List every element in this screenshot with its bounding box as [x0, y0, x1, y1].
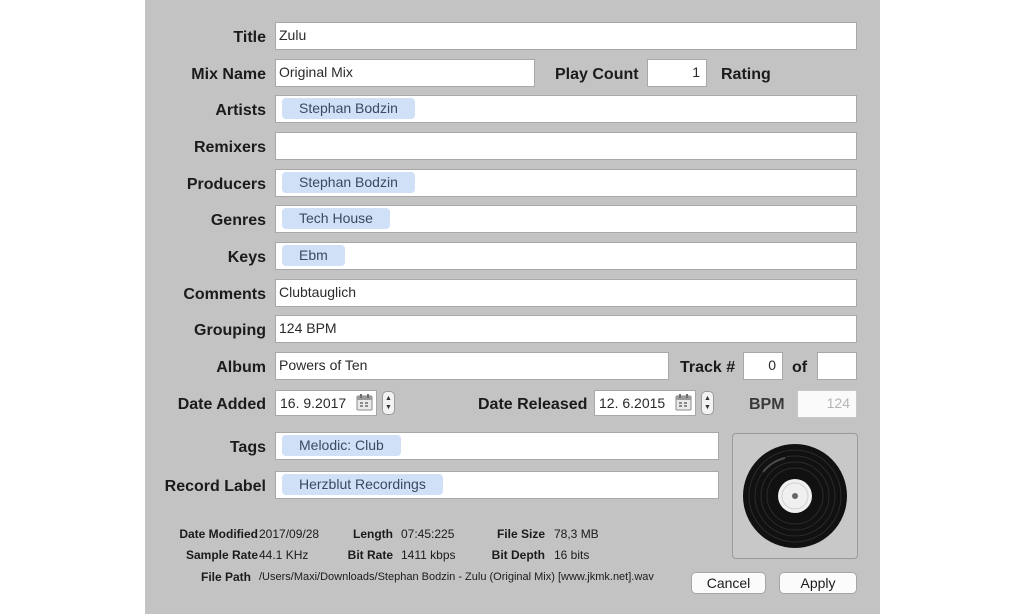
- comments-label: Comments: [183, 286, 266, 303]
- remixers-field[interactable]: [275, 132, 857, 160]
- file-size-label: File Size: [496, 527, 545, 541]
- track-of-label: of: [792, 359, 808, 376]
- remixers-label: Remixers: [193, 139, 266, 156]
- keys-field[interactable]: Ebm: [275, 242, 857, 270]
- apply-button[interactable]: Apply: [779, 572, 857, 594]
- track-number-label: Track #: [680, 359, 736, 376]
- date-released-value: 12. 6.2015: [599, 395, 666, 411]
- bit-depth-label: Bit Depth: [491, 548, 545, 562]
- mix-name-field[interactable]: Original Mix: [275, 59, 535, 87]
- title-label: Title: [233, 29, 266, 46]
- file-path-label: File Path: [200, 570, 251, 584]
- stepper-down-icon[interactable]: ▼: [704, 404, 711, 412]
- date-added-value: 16. 9.2017: [280, 395, 347, 411]
- tags-label: Tags: [229, 439, 266, 456]
- play-count-label: Play Count: [555, 66, 639, 83]
- length-value: 07:45:225: [401, 527, 455, 541]
- date-released-stepper[interactable]: ▲ ▼: [701, 391, 714, 415]
- bit-depth-value: 16 bits: [554, 548, 590, 562]
- artists-label: Artists: [215, 102, 266, 119]
- tag-token[interactable]: Melodic: Club: [282, 435, 401, 456]
- track-total-field[interactable]: [817, 352, 857, 380]
- track-info-dialog: Title Zulu Mix Name Original Mix Play Co…: [145, 0, 880, 614]
- bpm-field: 124: [797, 390, 857, 418]
- album-label: Album: [216, 359, 266, 376]
- artist-token[interactable]: Stephan Bodzin: [282, 98, 415, 119]
- calendar-icon[interactable]: [356, 394, 373, 411]
- producer-token[interactable]: Stephan Bodzin: [282, 172, 415, 193]
- tags-field[interactable]: Melodic: Club: [275, 432, 719, 460]
- date-released-field[interactable]: 12. 6.2015: [594, 390, 696, 416]
- title-field[interactable]: Zulu: [275, 22, 857, 50]
- track-number-field[interactable]: 0: [743, 352, 783, 380]
- artwork-well[interactable]: [732, 433, 858, 559]
- date-added-field[interactable]: 16. 9.2017: [275, 390, 377, 416]
- record-label-label: Record Label: [164, 478, 266, 495]
- genres-label: Genres: [210, 212, 266, 229]
- genres-field[interactable]: Tech House: [275, 205, 857, 233]
- date-added-label: Date Added: [177, 396, 266, 413]
- grouping-label: Grouping: [194, 322, 266, 339]
- date-released-label: Date Released: [478, 396, 588, 413]
- producers-field[interactable]: Stephan Bodzin: [275, 169, 857, 197]
- producers-label: Producers: [186, 176, 266, 193]
- calendar-icon[interactable]: [675, 394, 692, 411]
- rating-label: Rating: [721, 66, 771, 83]
- stepper-down-icon[interactable]: ▼: [385, 404, 392, 412]
- date-modified-value: 2017/09/28: [259, 527, 320, 541]
- sample-rate-label: Sample Rate: [185, 548, 258, 562]
- date-added-stepper[interactable]: ▲ ▼: [382, 391, 395, 415]
- vinyl-record-icon: [743, 444, 847, 548]
- artists-field[interactable]: Stephan Bodzin: [275, 95, 857, 123]
- file-path-value: /Users/Maxi/Downloads/Stephan Bodzin - Z…: [259, 571, 654, 583]
- file-size-value: 78,3 MB: [554, 527, 599, 541]
- key-token[interactable]: Ebm: [282, 245, 345, 266]
- keys-label: Keys: [227, 249, 266, 266]
- record-label-token[interactable]: Herzblut Recordings: [282, 474, 443, 495]
- grouping-field[interactable]: 124 BPM: [275, 315, 857, 343]
- sample-rate-value: 44.1 KHz: [259, 548, 309, 562]
- stepper-up-icon[interactable]: ▲: [704, 395, 711, 403]
- comments-field[interactable]: Clubtauglich: [275, 279, 857, 307]
- bit-rate-value: 1411 kbps: [401, 548, 456, 562]
- record-label-field[interactable]: Herzblut Recordings: [275, 471, 719, 499]
- mix-name-label: Mix Name: [191, 66, 266, 83]
- album-field[interactable]: Powers of Ten: [275, 352, 669, 380]
- bit-rate-label: Bit Rate: [347, 548, 393, 562]
- date-modified-label: Date Modified: [179, 527, 258, 541]
- play-count-field[interactable]: 1: [647, 59, 707, 87]
- cancel-button[interactable]: Cancel: [691, 572, 766, 594]
- stepper-up-icon[interactable]: ▲: [385, 395, 392, 403]
- length-label: Length: [353, 527, 393, 541]
- bpm-label: BPM: [749, 396, 785, 413]
- genre-token[interactable]: Tech House: [282, 208, 390, 229]
